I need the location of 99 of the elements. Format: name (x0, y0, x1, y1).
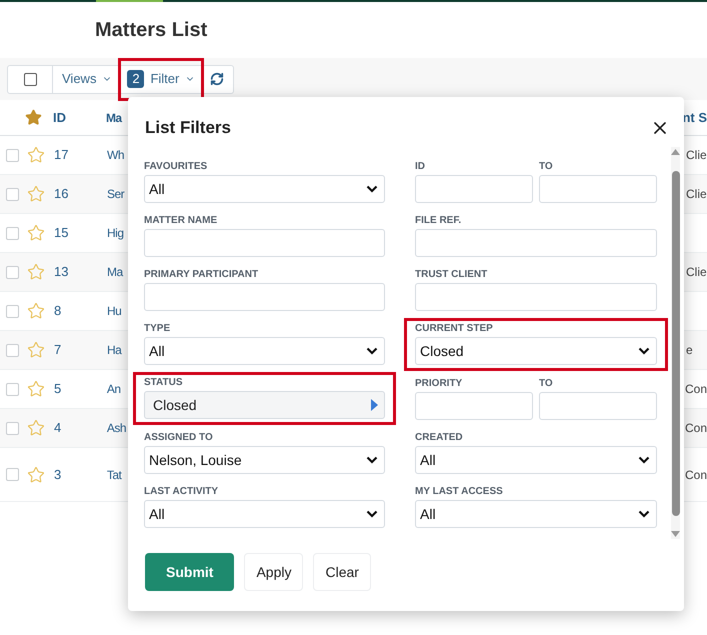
table-cell-text: Clie (686, 264, 707, 281)
field-label: TRUST CLIENT (415, 269, 488, 281)
secondary-button[interactable]: Clear (313, 553, 371, 591)
select-field[interactable]: All (144, 175, 385, 203)
field-label: TYPE (144, 323, 172, 335)
from-field[interactable] (415, 392, 533, 420)
text-field[interactable] (144, 283, 385, 311)
chevron-down-icon (366, 347, 378, 355)
dialog-title: List Filters (145, 117, 231, 140)
matter-id[interactable]: 16 (54, 184, 107, 204)
from-field[interactable] (415, 175, 533, 203)
matter-id[interactable]: 13 (54, 262, 107, 282)
matter-id[interactable]: 15 (54, 223, 107, 243)
favourite-star-icon[interactable] (26, 380, 45, 398)
favourite-star-icon[interactable] (27, 263, 45, 281)
scrollbar[interactable] (671, 147, 680, 539)
select-field[interactable]: All (415, 500, 657, 528)
row-checkbox[interactable] (6, 422, 19, 434)
row-checkbox[interactable] (6, 382, 19, 396)
row-checkbox[interactable] (6, 266, 19, 278)
status-picker[interactable]: Closed (144, 391, 385, 419)
select-field[interactable]: All (144, 337, 385, 365)
table-cell-text: e (686, 342, 693, 359)
text-field[interactable] (415, 283, 657, 311)
chevron-down-icon (638, 510, 650, 518)
table-cell-text: Con (684, 420, 707, 437)
field-label: ID (415, 161, 426, 173)
matter-id[interactable]: 8 (54, 301, 107, 321)
text-field[interactable] (144, 229, 385, 257)
filter-button[interactable]: 2 Filter (121, 60, 202, 98)
table-cell-text: Clie (686, 186, 707, 203)
favourite-star-icon[interactable] (27, 224, 45, 242)
field-label: TO (539, 161, 554, 173)
favourite-star-icon[interactable] (27, 341, 45, 359)
field-label: STATUS (144, 377, 184, 389)
field-label: MY LAST ACCESS (415, 486, 504, 498)
table-cell-text: Con (684, 466, 707, 484)
field-label: PRIORITY (415, 378, 464, 390)
select-all-checkbox[interactable] (24, 72, 36, 86)
select-value: All (149, 504, 165, 524)
to-field[interactable] (539, 392, 657, 420)
secondary-button[interactable]: Apply (244, 553, 304, 591)
select-field[interactable]: All (415, 446, 657, 474)
select-value: Nelson, Louise (149, 450, 242, 470)
select-value: Closed (420, 342, 464, 360)
chevron-down-icon (638, 456, 650, 464)
field-label: CURRENT STEP (415, 323, 494, 335)
field-label: MATTER NAME (144, 215, 218, 227)
filter-count-badge: 2 (127, 70, 144, 88)
chevron-down-icon (366, 456, 378, 464)
field-label: LAST ACTIVITY (144, 486, 220, 498)
select-value: All (420, 504, 436, 524)
text-field[interactable] (415, 229, 657, 257)
row-checkbox[interactable] (6, 188, 19, 200)
select-value: All (149, 180, 165, 198)
field-label: FAVOURITES (144, 161, 208, 173)
row-checkbox[interactable] (6, 148, 19, 162)
scrollbar-thumb[interactable] (672, 170, 680, 516)
select-field[interactable]: All (144, 500, 385, 528)
row-checkbox[interactable] (6, 304, 19, 318)
matter-id[interactable]: 3 (54, 464, 107, 484)
scroll-down-icon[interactable] (671, 531, 680, 537)
chevron-down-icon (366, 510, 378, 518)
to-field[interactable] (539, 175, 657, 203)
field-label: PRIMARY PARTICIPANT (144, 269, 260, 281)
row-checkbox[interactable] (6, 226, 19, 240)
refresh-icon (210, 72, 224, 86)
scroll-up-icon[interactable] (671, 149, 680, 155)
select-field[interactable]: Closed (415, 337, 657, 365)
field-label: ASSIGNED TO (144, 432, 214, 444)
column-header: ID (52, 108, 67, 127)
favourite-star-icon[interactable] (27, 185, 45, 203)
field-label: CREATED (415, 432, 464, 444)
matter-id[interactable]: 17 (54, 145, 107, 165)
row-checkbox[interactable] (6, 468, 19, 481)
picker-value: Closed (153, 396, 197, 414)
matter-id[interactable]: 4 (54, 418, 107, 438)
column-header: Ma (106, 110, 124, 126)
chevron-down-icon (366, 185, 378, 193)
triangle-right-icon (371, 399, 378, 411)
field-label: FILE REF. (415, 215, 462, 227)
submit-button[interactable]: Submit (145, 553, 234, 591)
favourite-star-icon[interactable] (27, 146, 45, 164)
matter-id[interactable]: 5 (54, 379, 107, 399)
views-button[interactable]: Views (53, 66, 122, 92)
select-field[interactable]: Nelson, Louise (144, 446, 385, 474)
favourite-star-icon[interactable] (26, 466, 45, 484)
table-cell-text: Con (684, 381, 707, 398)
select-value: All (149, 342, 165, 360)
row-checkbox[interactable] (6, 344, 19, 356)
field-label: TO (539, 378, 554, 390)
chevron-down-icon (638, 347, 650, 355)
page-title: Matters List (95, 18, 208, 43)
favourite-star-icon[interactable] (26, 419, 45, 437)
matter-id[interactable]: 7 (54, 340, 107, 360)
star-icon (25, 109, 42, 126)
favourite-star-icon[interactable] (27, 302, 45, 320)
table-cell-text: Clie (686, 147, 707, 164)
select-value: All (420, 450, 436, 470)
